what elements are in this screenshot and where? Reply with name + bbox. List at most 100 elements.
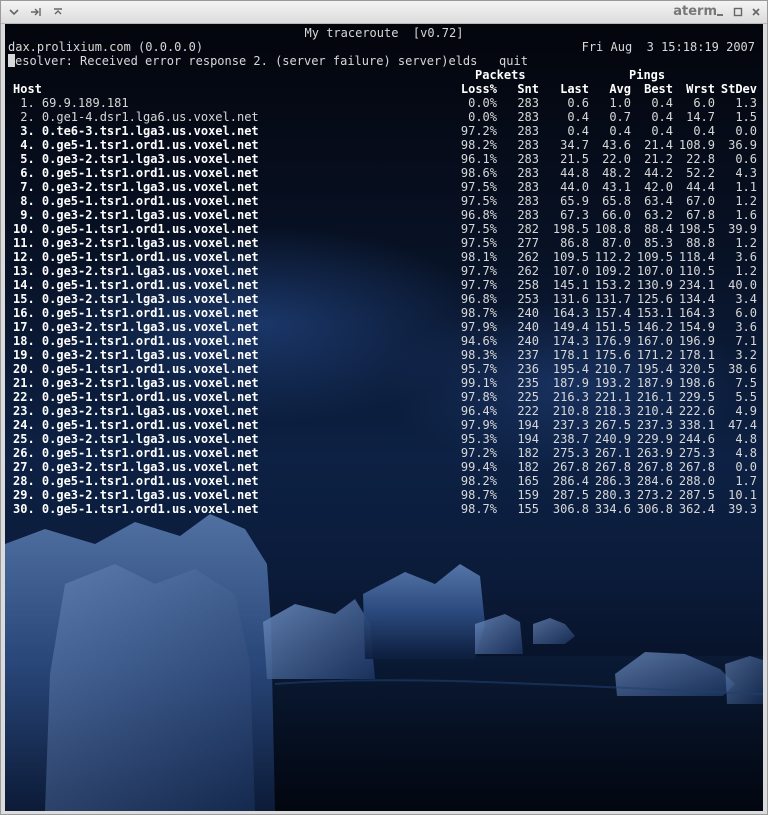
hop-stdev: 6.0 (735, 306, 757, 320)
window-title: aterm (673, 4, 717, 19)
hop-loss: 97.9% (460, 418, 497, 432)
hop-loss: 98.7% (460, 502, 497, 516)
hop-avg: 151.5 (594, 320, 631, 334)
hop-last: 174.3 (552, 334, 589, 348)
hop-snt: 253 (517, 292, 539, 306)
hop-loss: 99.4% (460, 460, 497, 474)
hop-loss: 97.2% (460, 124, 497, 138)
hop-snt: 283 (517, 180, 539, 194)
hop-stdev: 47.4 (728, 418, 757, 432)
hop-snt: 182 (517, 460, 539, 474)
hop-row: 27. 0.ge3-2.tsr1.lga3.us.voxel.net 99.4% 1… (5, 460, 763, 474)
hop-avg: 22.0 (602, 152, 631, 166)
hop-best: 21.4 (644, 138, 673, 152)
hop-wrst: 118.4 (678, 250, 715, 264)
hop-wrst: 164.3 (678, 306, 715, 320)
hop-avg: 267.5 (594, 418, 631, 432)
col-best: Best (644, 82, 673, 96)
status-text: esolver: Received error response 2. (ser… (15, 54, 528, 68)
terminal-area[interactable]: My traceroute [v0.72] dax.prolixium.com … (5, 24, 763, 811)
hop-row: 24. 0.ge5-1.tsr1.ord1.us.voxel.net 97.9% 1… (5, 418, 763, 432)
pin-icon[interactable] (29, 5, 43, 19)
hop-host: 28. 0.ge5-1.tsr1.ord1.us.voxel.net (13, 474, 259, 488)
hop-snt: 240 (517, 334, 539, 348)
hop-snt: 283 (517, 124, 539, 138)
hop-stdev: 10.1 (728, 488, 757, 502)
hop-stdev: 1.6 (735, 208, 757, 222)
hop-last: 44.8 (560, 166, 589, 180)
hop-snt: 237 (517, 348, 539, 362)
hop-row: 8. 0.ge5-1.tsr1.ord1.us.voxel.net 97.5% 28… (5, 194, 763, 208)
hop-best: 107.0 (636, 264, 673, 278)
minimize-icon[interactable] (713, 5, 727, 19)
hop-best: 125.6 (636, 292, 673, 306)
close-icon[interactable] (749, 5, 763, 19)
hop-loss: 95.7% (460, 362, 497, 376)
hop-last: 216.3 (552, 390, 589, 404)
hop-snt: 240 (517, 306, 539, 320)
hop-avg: 65.8 (602, 194, 631, 208)
hop-stdev: 1.2 (735, 264, 757, 278)
hop-wrst: 0.4 (693, 124, 715, 138)
hop-last: 109.5 (552, 250, 589, 264)
hop-loss: 97.5% (460, 222, 497, 236)
hop-row: 2. 0.ge1-4.dsr1.lga6.us.voxel.net 0.0% 283… (5, 110, 763, 124)
hop-wrst: 67.0 (686, 194, 715, 208)
hop-last: 131.6 (552, 292, 589, 306)
hop-snt: 258 (517, 278, 539, 292)
window-menu-icon[interactable] (7, 5, 21, 19)
hop-avg: 176.9 (594, 334, 631, 348)
hop-row: 12. 0.ge5-1.tsr1.ord1.us.voxel.net 98.1% 2… (5, 250, 763, 264)
hop-avg: 87.0 (602, 236, 631, 250)
hop-wrst: 320.5 (678, 362, 715, 376)
hop-last: 195.4 (552, 362, 589, 376)
hop-best: 153.1 (636, 306, 673, 320)
hop-host: 29. 0.ge3-2.tsr1.lga3.us.voxel.net (13, 488, 259, 502)
hop-wrst: 22.8 (686, 152, 715, 166)
pings-group-header: Pings (629, 68, 666, 82)
hop-row: 21. 0.ge3-2.tsr1.lga3.us.voxel.net 99.1% 2… (5, 376, 763, 390)
hop-row: 26. 0.ge5-1.tsr1.ord1.us.voxel.net 97.2% 1… (5, 446, 763, 460)
hop-best: 63.2 (644, 208, 673, 222)
hop-stdev: 39.9 (728, 222, 757, 236)
hop-row: 10. 0.ge5-1.tsr1.ord1.us.voxel.net 97.5% 2… (5, 222, 763, 236)
hop-best: 187.9 (636, 376, 673, 390)
hop-host: 16. 0.ge5-1.tsr1.ord1.us.voxel.net (13, 306, 259, 320)
hop-stdev: 3.4 (735, 292, 757, 306)
hop-loss: 0.0% (468, 110, 497, 124)
hop-snt: 283 (517, 110, 539, 124)
hop-snt: 236 (517, 362, 539, 376)
hop-host: 6. 0.ge5-1.tsr1.ord1.us.voxel.net (13, 166, 259, 180)
hop-last: 187.9 (552, 376, 589, 390)
hop-avg: 175.6 (594, 348, 631, 362)
hop-row: 3. 0.te6-3.tsr1.lga3.us.voxel.net 97.2% 28… (5, 124, 763, 138)
hop-best: 63.4 (644, 194, 673, 208)
hop-snt: 182 (517, 446, 539, 460)
hop-last: 210.8 (552, 404, 589, 418)
source-host: dax.prolixium.com (0.0.0.0) (8, 40, 204, 54)
col-avg: Avg (609, 82, 631, 96)
hop-avg: 108.8 (594, 222, 631, 236)
hop-wrst: 288.0 (678, 474, 715, 488)
hop-avg: 286.3 (594, 474, 631, 488)
hop-row: 16. 0.ge5-1.tsr1.ord1.us.voxel.net 98.7% 2… (5, 306, 763, 320)
hop-avg: 267.8 (594, 460, 631, 474)
title-bar[interactable]: aterm (1, 1, 767, 24)
hop-avg: 218.3 (594, 404, 631, 418)
hop-wrst: 154.9 (678, 320, 715, 334)
hop-host: 14. 0.ge5-1.tsr1.ord1.us.voxel.net (13, 278, 259, 292)
hop-loss: 96.4% (460, 404, 497, 418)
shade-icon[interactable] (51, 5, 65, 19)
col-snt: Snt (517, 82, 539, 96)
hop-stdev: 3.2 (735, 348, 757, 362)
hop-snt: 283 (517, 96, 539, 110)
hop-row: 14. 0.ge5-1.tsr1.ord1.us.voxel.net 97.7% 2… (5, 278, 763, 292)
hop-snt: 194 (517, 418, 539, 432)
hop-best: 85.3 (644, 236, 673, 250)
hop-avg: 1.0 (609, 96, 631, 110)
maximize-icon[interactable] (731, 5, 745, 19)
hop-host: 24. 0.ge5-1.tsr1.ord1.us.voxel.net (13, 418, 259, 432)
hop-wrst: 178.1 (678, 348, 715, 362)
hop-last: 287.5 (552, 488, 589, 502)
hop-host: 22. 0.ge5-1.tsr1.ord1.us.voxel.net (13, 390, 259, 404)
